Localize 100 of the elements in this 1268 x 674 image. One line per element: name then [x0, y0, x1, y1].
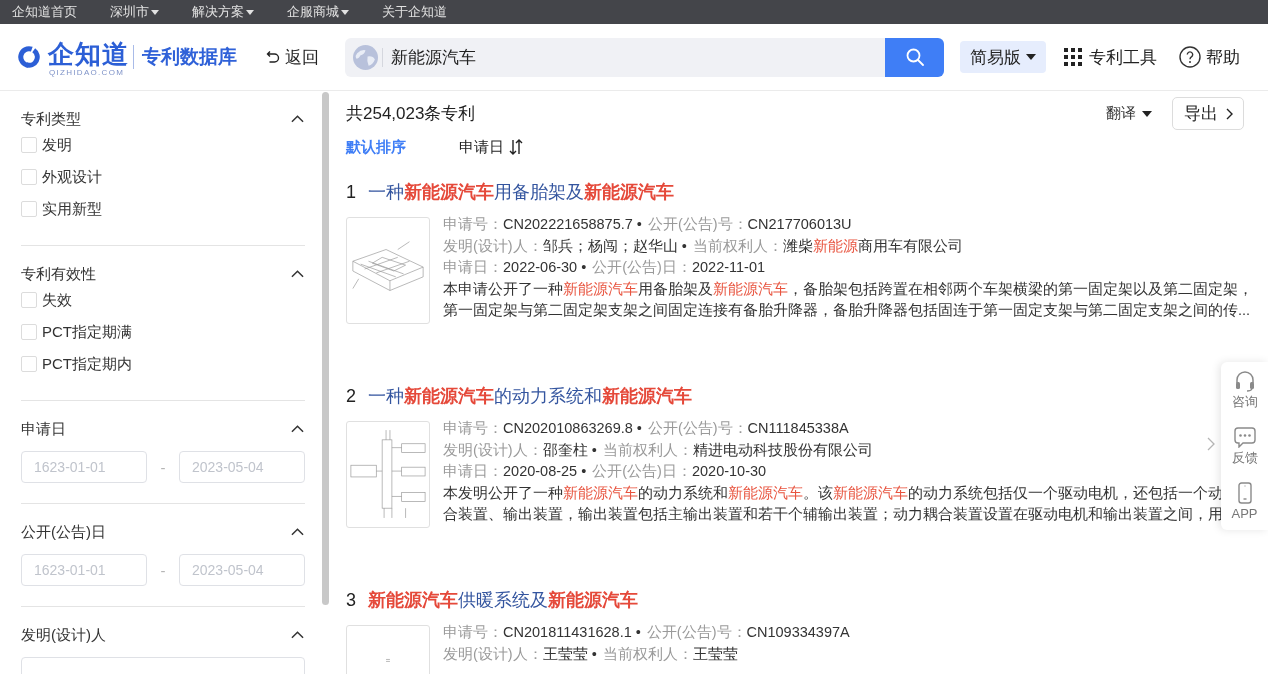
logo-icon: [18, 45, 40, 69]
headset-icon: [1233, 370, 1256, 392]
field-label: 公开(公告)日：: [592, 463, 692, 479]
range-separator: -: [160, 561, 166, 579]
result-title[interactable]: 一种新能源汽车的动力系统和新能源汽车: [368, 384, 692, 408]
checkbox-label[interactable]: PCT指定期内: [42, 354, 132, 374]
help-button[interactable]: 帮助: [1179, 45, 1240, 69]
field-label: 公开(公告)号：: [647, 216, 748, 232]
grid-icon: [1064, 48, 1082, 66]
field-value: CN109334397A: [746, 624, 850, 640]
search-icon: [905, 48, 924, 66]
help-icon: [1179, 46, 1201, 68]
mode-dropdown[interactable]: 简易版: [960, 41, 1046, 73]
scrollbar-thumb[interactable]: [322, 92, 329, 605]
field-value: 王莹莹 •: [542, 645, 597, 662]
field-value: CN202010863269.8 •: [503, 420, 642, 436]
filter-title: 公开(公告)日: [21, 522, 106, 542]
caret-down-icon: [1026, 54, 1036, 60]
checkbox-label[interactable]: 外观设计: [42, 167, 102, 187]
nav-link[interactable]: 关于企知道: [382, 0, 447, 24]
checkbox[interactable]: [21, 201, 37, 217]
checkbox[interactable]: [21, 137, 37, 153]
search-button[interactable]: [885, 37, 944, 77]
export-button[interactable]: 导出: [1172, 97, 1244, 130]
field-value: 2022-11-01: [691, 259, 766, 275]
filter-title: 专利有效性: [21, 264, 96, 284]
field-value: 2020-08-25 •: [503, 463, 587, 479]
field-label: 申请号：: [443, 420, 503, 436]
nav-link[interactable]: 企知道首页: [12, 0, 77, 24]
field-label: 发明(设计)人：: [443, 441, 543, 458]
checkbox-label[interactable]: PCT指定期满: [42, 322, 132, 342]
product-title: 专利数据库: [142, 45, 237, 69]
logo-domain-text: QIZHIDAO.COM: [49, 67, 125, 78]
chevron-up-icon[interactable]: [291, 528, 304, 536]
checkbox[interactable]: [21, 292, 37, 308]
nav-link[interactable]: 企服商城: [287, 0, 349, 24]
field-label: 申请号：: [443, 624, 503, 640]
patent-figure-drawing[interactable]: [346, 421, 430, 528]
chat-bubble-icon: [1233, 426, 1256, 448]
result-number: 3: [346, 589, 357, 611]
side-tool-button[interactable]: APP: [1221, 474, 1268, 530]
field-value: CN201811431628.1 •: [503, 624, 641, 640]
range-separator: -: [160, 458, 166, 476]
sort-option[interactable]: 申请日: [459, 137, 523, 157]
field-value: 2020-10-30: [691, 463, 767, 479]
field-label: 当前权利人：: [602, 645, 693, 662]
description-text: 本申请公开了一种新能源汽车用备胎架及新能源汽车，备胎架包括跨置在相邻两个车架横梁的第一固定架以及第二固定架， 第一固定架与第二固定架支架之间固定连接有备胎升降器，备胎升降器包括固连于第一固定支架与第二固定支架之间的传...: [443, 279, 1253, 320]
field-label: 申请号：: [443, 216, 503, 232]
field-label: 申请日：: [443, 463, 503, 479]
filter-title: 专利类型: [21, 109, 81, 129]
chevron-right-icon[interactable]: [1207, 437, 1215, 451]
nav-link[interactable]: 解决方案: [192, 0, 254, 24]
date-field[interactable]: 2023-05-04: [179, 554, 305, 586]
field-label: 发明(设计)人：: [443, 645, 543, 662]
date-field[interactable]: 1623-01-01: [21, 554, 147, 586]
field-label: 申请日：: [443, 259, 503, 275]
field-label: 发明(设计)人：: [443, 237, 543, 254]
filter-title: 申请日: [21, 419, 66, 439]
side-tool-button[interactable]: 咨询: [1221, 362, 1268, 418]
result-title[interactable]: 一种新能源汽车用备胎架及新能源汽车: [368, 180, 674, 204]
checkbox-label[interactable]: 发明: [42, 135, 72, 155]
field-value: 邹兵；杨闯；赵华山 •: [542, 237, 687, 254]
field-value: CN202221658875.7 •: [503, 216, 642, 232]
search-field[interactable]: 新能源汽车: [345, 37, 885, 77]
checkbox-label[interactable]: 实用新型: [42, 199, 102, 219]
nav-link[interactable]: 深圳市: [110, 0, 159, 24]
checkbox-label[interactable]: 失效: [42, 290, 72, 310]
patent-tools-button[interactable]: 专利工具: [1064, 45, 1157, 69]
field-value: 邵奎柱 •: [542, 441, 597, 458]
field-label: 公开(公告)号：: [647, 420, 748, 436]
checkbox[interactable]: [21, 324, 37, 340]
result-title[interactable]: 新能源汽车供暖系统及新能源汽车: [368, 588, 638, 612]
sort-option[interactable]: 默认排序: [346, 137, 406, 157]
logo-text: 企知道: [48, 40, 129, 68]
field-value: 精进电动科技股份有限公司: [692, 441, 873, 458]
field-label: 当前权利人：: [692, 237, 783, 254]
chevron-right-icon: [1225, 107, 1233, 120]
undo-arrow-icon: [266, 50, 280, 64]
field-value: CN217706013U: [747, 216, 852, 232]
chevron-up-icon[interactable]: [291, 631, 304, 639]
field-value: 王莹莹: [692, 645, 738, 662]
side-tool-button[interactable]: 反馈: [1221, 418, 1268, 474]
filter-title: 发明(设计)人: [21, 625, 106, 645]
result-number: 2: [346, 385, 357, 407]
field-value: CN111845338A: [747, 420, 849, 436]
checkbox[interactable]: [21, 356, 37, 372]
field-label: 当前权利人：: [602, 441, 693, 458]
patent-figure-drawing[interactable]: [346, 217, 430, 324]
translate-dropdown[interactable]: 翻译: [1106, 104, 1152, 123]
caret-down-icon: [1142, 110, 1152, 117]
chevron-up-icon[interactable]: [291, 425, 304, 433]
chevron-up-icon[interactable]: [291, 270, 304, 278]
field-label: 公开(公告)号：: [646, 624, 747, 640]
checkbox[interactable]: [21, 169, 37, 185]
field-label: 公开(公告)日：: [592, 259, 692, 275]
date-field[interactable]: 1623-01-01: [21, 451, 147, 483]
date-field[interactable]: 2023-05-04: [179, 451, 305, 483]
back-button[interactable]: 返回: [266, 45, 319, 69]
result-number: 1: [346, 181, 357, 203]
chevron-up-icon[interactable]: [291, 115, 304, 123]
